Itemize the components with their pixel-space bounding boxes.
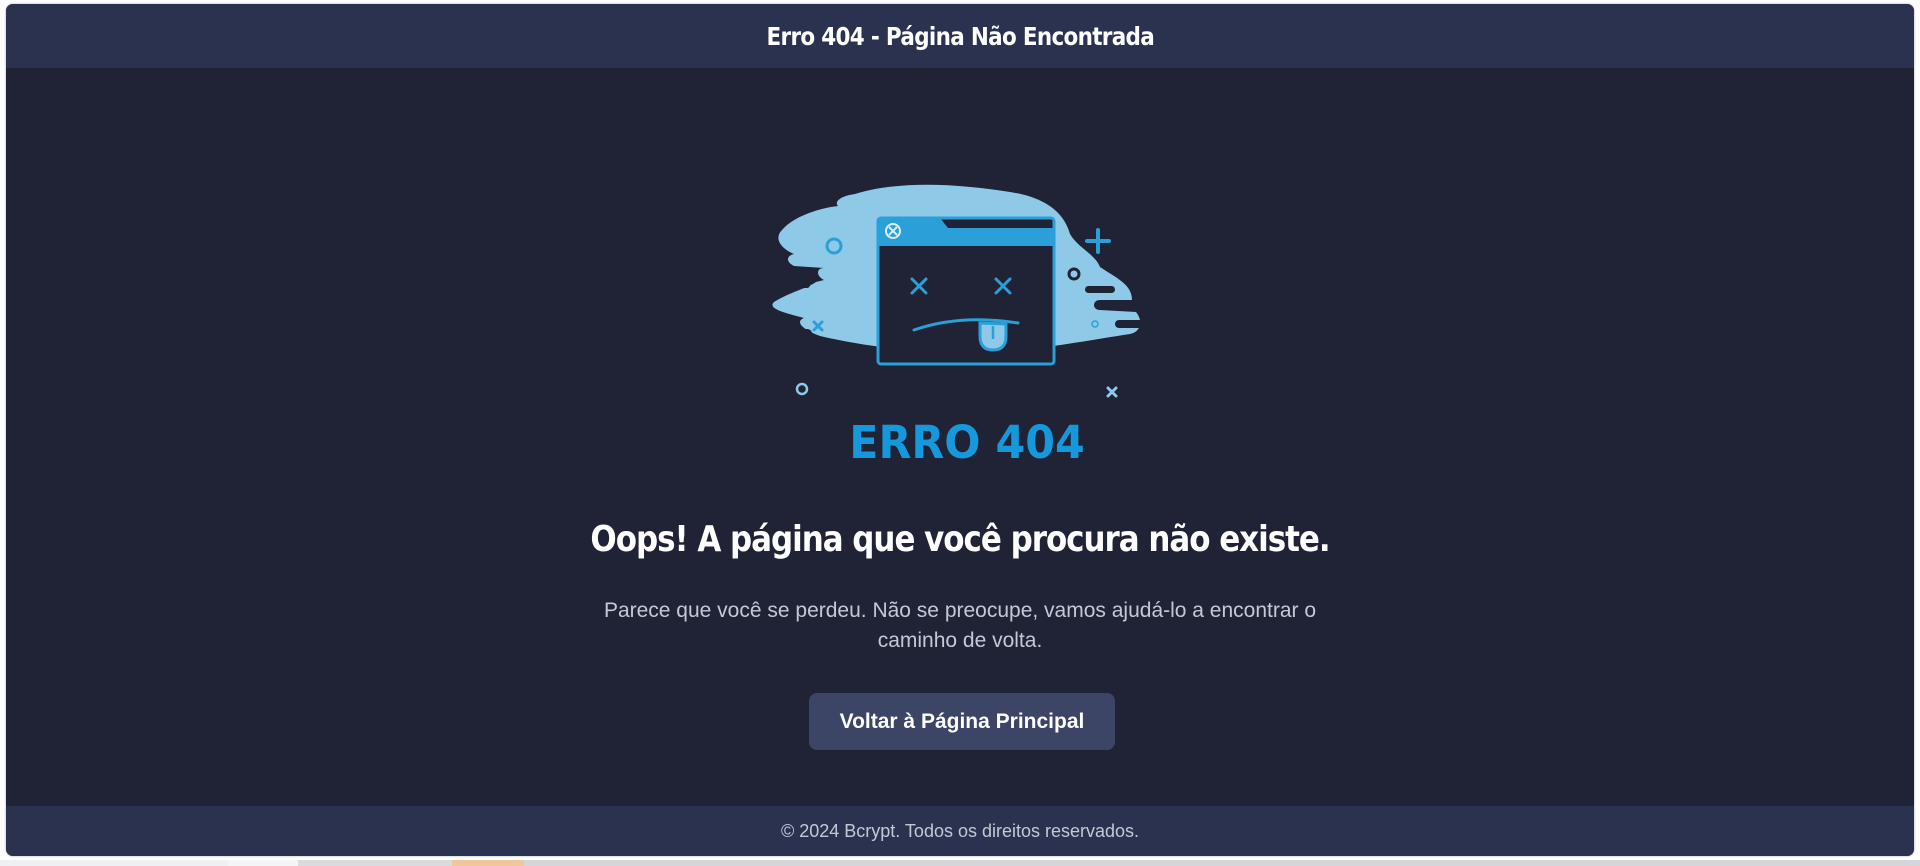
error-illustration: ERRO 404 [760,182,1170,472]
copyright-text: © 2024 Bcrypt. Todos os direitos reserva… [780,820,1140,841]
back-to-home-button[interactable]: Voltar à Página Principal [809,693,1115,750]
app-window: Erro 404 - Página Não Encontrada ERRO 40… [6,4,1914,856]
taskbar-strip [0,860,1920,866]
error-description: Parece que você se perdeu. Não se preocu… [603,599,1317,652]
footer-bar: © 2024 Bcrypt. Todos os direitos reserva… [6,806,1914,856]
error-code-text: ERRO 404 [849,417,1084,469]
sad-browser-window-icon: ERRO 404 [770,184,1157,469]
page-title: Erro 404 - Página Não Encontrada [766,21,1154,51]
error-headline: Oops! A página que você procura não exis… [590,519,1330,560]
header-bar: Erro 404 - Página Não Encontrada [6,4,1914,68]
